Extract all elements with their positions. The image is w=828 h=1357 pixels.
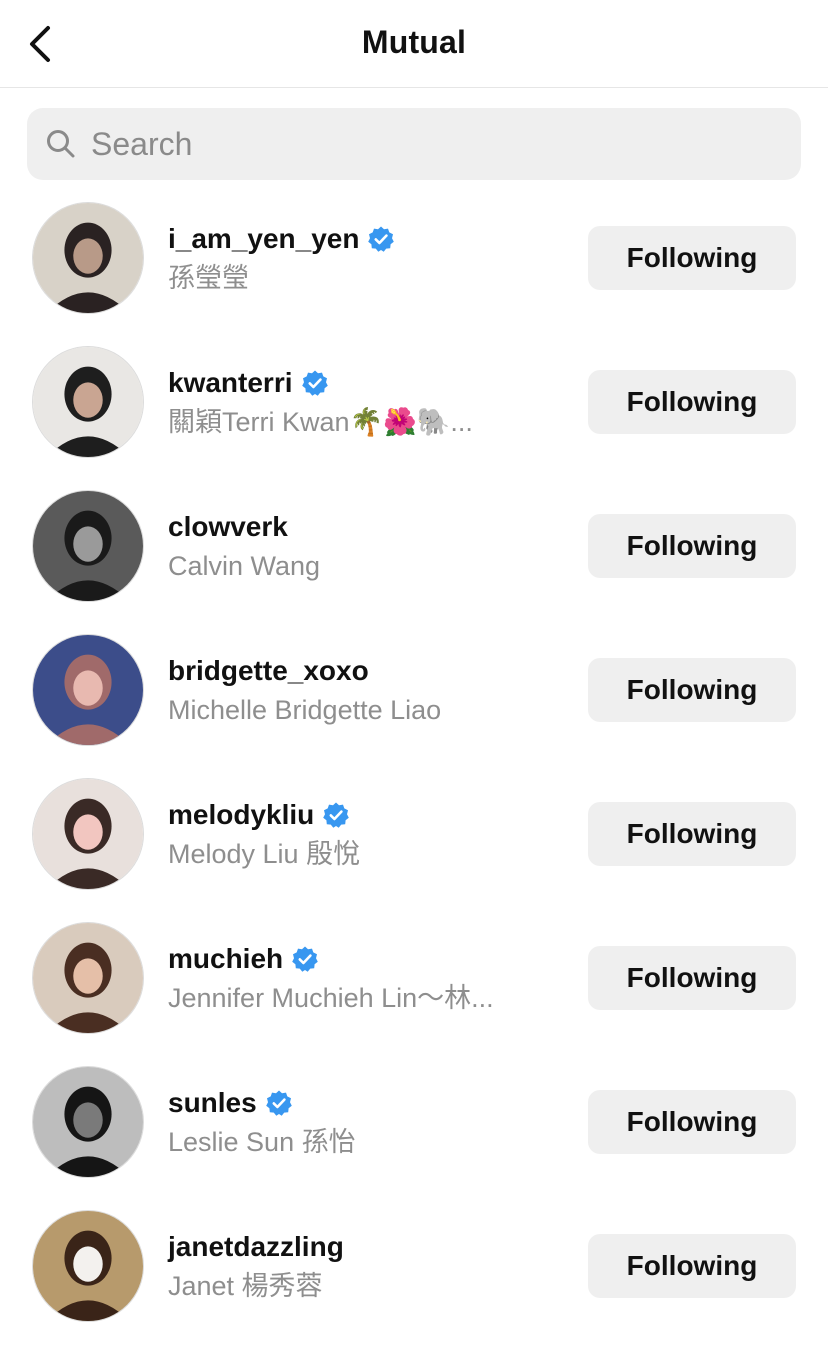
- full-name: 關穎Terri Kwan🌴🌺🐘...: [168, 407, 473, 437]
- user-row[interactable]: sunles Leslie Sun 孫怡 Following: [0, 1050, 828, 1194]
- search-bar[interactable]: [27, 108, 801, 180]
- username[interactable]: bridgette_xoxo: [168, 655, 369, 687]
- following-button[interactable]: Following: [588, 946, 796, 1010]
- header-bar: Mutual: [0, 0, 828, 88]
- following-button[interactable]: Following: [588, 1090, 796, 1154]
- search-icon: [45, 128, 77, 160]
- avatar[interactable]: [32, 1066, 144, 1178]
- full-name: Leslie Sun 孫怡: [168, 1127, 356, 1157]
- verified-badge-icon: [291, 945, 319, 973]
- avatar[interactable]: [32, 778, 144, 890]
- username[interactable]: melodykliu: [168, 799, 314, 831]
- following-button[interactable]: Following: [588, 658, 796, 722]
- full-name: 孫瑩瑩: [168, 263, 249, 293]
- full-name: Michelle Bridgette Liao: [168, 695, 442, 725]
- user-row[interactable]: kwanterri 關穎Terri Kwan🌴🌺🐘... Following: [0, 330, 828, 474]
- search-input[interactable]: [91, 125, 731, 163]
- full-name: Janet 楊秀蓉: [168, 1271, 323, 1301]
- verified-badge-icon: [301, 369, 329, 397]
- username[interactable]: janetdazzling: [168, 1231, 344, 1263]
- user-row[interactable]: bridgette_xoxo Michelle Bridgette Liao F…: [0, 618, 828, 762]
- user-row[interactable]: janetdazzling Janet 楊秀蓉 Following: [0, 1194, 828, 1338]
- user-list: i_am_yen_yen 孫瑩瑩 Following kwanterri 關穎T…: [0, 186, 828, 1338]
- user-row[interactable]: clowverk Calvin Wang Following: [0, 474, 828, 618]
- following-button[interactable]: Following: [588, 226, 796, 290]
- username[interactable]: muchieh: [168, 943, 283, 975]
- verified-badge-icon: [322, 801, 350, 829]
- avatar[interactable]: [32, 1210, 144, 1322]
- verified-badge-icon: [265, 1089, 293, 1117]
- following-button[interactable]: Following: [588, 1234, 796, 1298]
- page-title: Mutual: [361, 24, 467, 60]
- avatar[interactable]: [32, 922, 144, 1034]
- avatar[interactable]: [32, 634, 144, 746]
- full-name: Calvin Wang: [168, 551, 321, 581]
- user-row[interactable]: melodykliu Melody Liu 殷悅 Following: [0, 762, 828, 906]
- full-name: Jennifer Muchieh Lin～林...: [168, 983, 494, 1013]
- verified-badge-icon: [367, 225, 395, 253]
- username[interactable]: sunles: [168, 1087, 257, 1119]
- username[interactable]: kwanterri: [168, 367, 293, 399]
- avatar[interactable]: [32, 490, 144, 602]
- avatar[interactable]: [32, 346, 144, 458]
- user-row[interactable]: muchieh Jennifer Muchieh Lin～林... Follow…: [0, 906, 828, 1050]
- following-button[interactable]: Following: [588, 802, 796, 866]
- avatar[interactable]: [32, 202, 144, 314]
- username[interactable]: clowverk: [168, 511, 288, 543]
- full-name: Melody Liu 殷悅: [168, 839, 361, 869]
- user-row[interactable]: i_am_yen_yen 孫瑩瑩 Following: [0, 186, 828, 330]
- username[interactable]: i_am_yen_yen: [168, 223, 359, 255]
- following-button[interactable]: Following: [588, 514, 796, 578]
- following-button[interactable]: Following: [588, 370, 796, 434]
